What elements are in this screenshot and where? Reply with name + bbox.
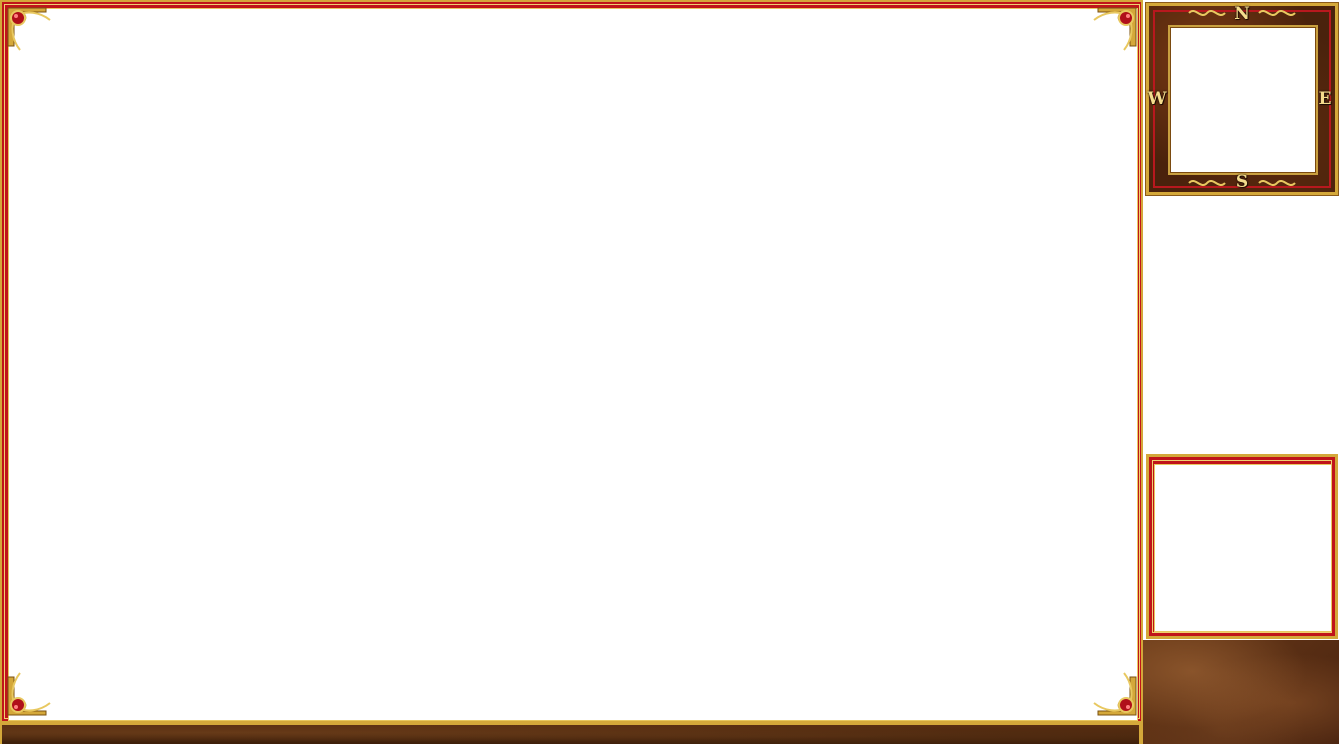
compass-north-label: N xyxy=(1234,4,1250,24)
minimap-view[interactable] xyxy=(1168,25,1318,175)
compass-west-label: W xyxy=(1147,89,1167,109)
compass-east-label: E xyxy=(1318,89,1332,109)
celtic-knot-icon xyxy=(1257,176,1297,190)
compass-south-label: S xyxy=(1235,172,1249,192)
adventure-map-frame xyxy=(0,0,1144,723)
adventure-map-view[interactable] xyxy=(8,8,1138,721)
info-window-frame xyxy=(1146,454,1338,639)
corner-ornament-icon xyxy=(1082,661,1138,717)
hero-town-list-area[interactable] xyxy=(1143,196,1339,454)
side-panel: N S W E xyxy=(1141,0,1339,744)
leather-panel xyxy=(1143,640,1339,744)
info-window[interactable] xyxy=(1154,464,1332,632)
corner-ornament-icon xyxy=(6,661,62,717)
minimap-frame: N S W E xyxy=(1145,2,1339,196)
celtic-knot-icon xyxy=(1187,176,1227,190)
celtic-knot-icon xyxy=(1187,6,1227,20)
corner-ornament-icon xyxy=(1082,6,1138,62)
celtic-knot-icon xyxy=(1257,6,1297,20)
status-bar xyxy=(0,723,1141,744)
corner-ornament-icon xyxy=(6,6,62,62)
